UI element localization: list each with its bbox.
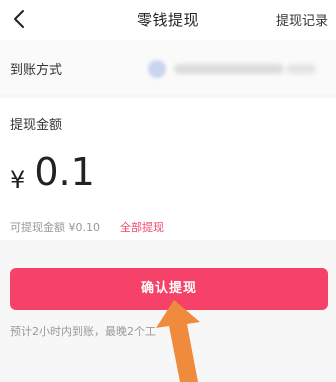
currency-symbol: ¥ [10, 166, 26, 194]
confirm-withdraw-button[interactable]: 确认提现 [10, 268, 328, 310]
account-name-obscured [174, 64, 284, 74]
records-link[interactable]: 提现记录 [276, 10, 328, 29]
amount-input[interactable]: 0.1 [34, 150, 94, 194]
account-tail-obscured [286, 64, 316, 74]
available-balance: 可提现金额 ¥0.10 [10, 221, 100, 234]
account-row[interactable]: 到账方式 [0, 40, 336, 94]
withdraw-all-link[interactable]: 全部提现 [120, 219, 164, 235]
arrival-eta-note: 预计2小时内到账，最晚2个工 [10, 325, 156, 338]
bank-logo-icon [148, 60, 166, 78]
account-label: 到账方式 [10, 63, 63, 78]
account-selector[interactable] [148, 58, 318, 80]
amount-label: 提现金额 [10, 118, 63, 133]
nav-bar: 零钱提现 提现记录 [0, 0, 336, 40]
amount-row: ¥ 0.1 [10, 150, 95, 194]
